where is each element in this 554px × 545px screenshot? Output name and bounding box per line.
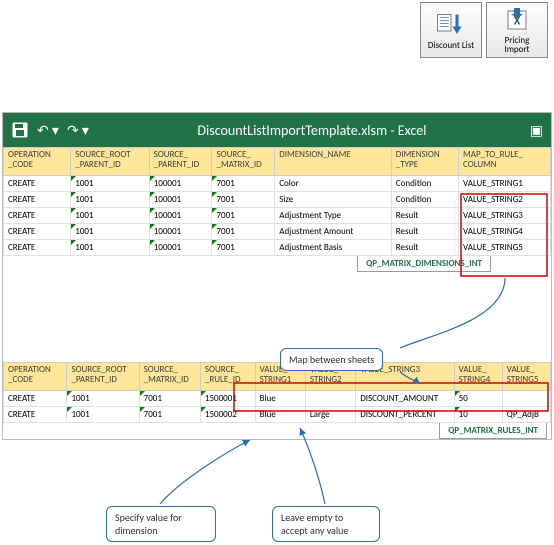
col2-source-root-parent-id[interactable]: SOURCE_ROOT _PARENT_ID xyxy=(67,363,139,391)
col2-value-string4[interactable]: VALUE_ STRING4 xyxy=(454,363,502,391)
cell[interactable]: 7001 xyxy=(212,176,275,192)
cell[interactable]: CREATE xyxy=(4,192,71,208)
cell[interactable]: 1001 xyxy=(71,240,149,256)
cell[interactable]: 1001 xyxy=(71,176,149,192)
col2-source-matrix-id[interactable]: SOURCE_ _MATRIX_ID xyxy=(139,363,200,391)
table-row[interactable]: CREATE100170011500001Blue DISCOUNT_AMOUNT… xyxy=(4,391,551,407)
cell[interactable]: VALUE_STRING5 xyxy=(459,240,551,256)
cell[interactable]: Adjustment Type xyxy=(275,208,392,224)
cell[interactable]: Blue xyxy=(255,391,305,407)
col-source-root-parent-id[interactable]: SOURCE_ROOT _PARENT_ID xyxy=(71,148,149,176)
cell[interactable]: VALUE_STRING4 xyxy=(459,224,551,240)
excel-titlebar: ↶ ▾ ↷ ▾ DiscountListImportTemplate.xlsm … xyxy=(3,113,551,147)
cell[interactable]: 100001 xyxy=(149,208,212,224)
cell[interactable]: DISCOUNT_PERCENT xyxy=(356,407,454,423)
cell[interactable]: 1001 xyxy=(71,224,149,240)
cell[interactable]: 7001 xyxy=(212,224,275,240)
callout-leave-empty: Leave empty to accept any value xyxy=(272,506,380,542)
cell[interactable]: Adjustment Basis xyxy=(275,240,392,256)
sheet-tab-rules[interactable]: QP_MATRIX_RULES_INT xyxy=(439,423,547,439)
cell[interactable]: QP_AdjB xyxy=(502,407,550,423)
cell[interactable]: 1001 xyxy=(71,208,149,224)
cell[interactable]: CREATE xyxy=(4,391,67,407)
table-row[interactable]: CREATE10011000017001ColorConditionVALUE_… xyxy=(4,176,551,192)
cell[interactable]: 7001 xyxy=(139,407,200,423)
cell[interactable]: 100001 xyxy=(149,240,212,256)
discount-list-button[interactable]: Discount List xyxy=(420,2,482,58)
matrix-dimensions-table: OPERATION _CODE SOURCE_ROOT _PARENT_ID S… xyxy=(3,147,551,256)
cell[interactable]: Adjustment Amount xyxy=(275,224,392,240)
table-row[interactable]: CREATE10011000017001Adjustment BasisResu… xyxy=(4,240,551,256)
pricing-import-button[interactable]: X Pricing Import xyxy=(486,2,548,58)
cell[interactable]: Color xyxy=(275,176,392,192)
cell[interactable]: VALUE_STRING2 xyxy=(459,192,551,208)
col-source-matrix-id[interactable]: SOURCE_ _MATRIX_ID xyxy=(212,148,275,176)
table-row[interactable]: CREATE10011000017001Adjustment AmountRes… xyxy=(4,224,551,240)
sheet-tab-dimensions[interactable]: QP_MATRIX_DIMENSIONS_INT xyxy=(357,256,491,272)
col-source-parent-id[interactable]: SOURCE_ _PARENT_ID xyxy=(149,148,212,176)
cell[interactable]: 50 xyxy=(454,391,502,407)
excel-window: ↶ ▾ ↷ ▾ DiscountListImportTemplate.xlsm … xyxy=(2,112,552,440)
cell[interactable]: CREATE xyxy=(4,240,71,256)
cell[interactable] xyxy=(305,391,355,407)
cell[interactable]: Result xyxy=(391,240,458,256)
cell[interactable]: CREATE xyxy=(4,407,67,423)
cell[interactable]: VALUE_STRING1 xyxy=(459,176,551,192)
cell[interactable]: DISCOUNT_AMOUNT xyxy=(356,391,454,407)
undo-icon[interactable]: ↶ ▾ xyxy=(37,122,59,139)
cell[interactable] xyxy=(502,391,550,407)
cell[interactable]: Size xyxy=(275,192,392,208)
col-dimension-type[interactable]: DIMENSION _TYPE xyxy=(391,148,458,176)
cell[interactable]: CREATE xyxy=(4,224,71,240)
col-map-to-rule-column[interactable]: MAP_TO_RULE_ COLUMN xyxy=(459,148,551,176)
cell[interactable]: Large xyxy=(305,407,355,423)
cell[interactable]: 100001 xyxy=(149,176,212,192)
col2-operation-code[interactable]: OPERATION _CODE xyxy=(4,363,67,391)
matrix-rules-table: OPERATION _CODE SOURCE_ROOT _PARENT_ID S… xyxy=(3,362,551,423)
col-dimension-name[interactable]: DIMENSION_NAME xyxy=(275,148,392,176)
save-icon[interactable] xyxy=(11,121,29,139)
callout-map-between-sheets: Map between sheets xyxy=(280,348,383,371)
redo-icon[interactable]: ↷ ▾ xyxy=(67,122,89,139)
cell[interactable]: 7001 xyxy=(139,391,200,407)
cell[interactable]: CREATE xyxy=(4,176,71,192)
cell[interactable]: 1001 xyxy=(71,192,149,208)
cell[interactable]: 7001 xyxy=(212,192,275,208)
callout-specify-value: Specify value for dimension xyxy=(106,506,216,542)
cell[interactable]: Blue xyxy=(255,407,305,423)
table-row[interactable]: CREATE10011000017001SizeConditionVALUE_S… xyxy=(4,192,551,208)
cell[interactable]: VALUE_STRING3 xyxy=(459,208,551,224)
table-row[interactable]: CREATE10011000017001Adjustment TypeResul… xyxy=(4,208,551,224)
cell[interactable]: 1500002 xyxy=(200,407,255,423)
pricing-import-label: Pricing Import xyxy=(504,36,529,54)
cell[interactable]: 100001 xyxy=(149,192,212,208)
discount-list-label: Discount List xyxy=(428,41,474,50)
cell[interactable]: CREATE xyxy=(4,208,71,224)
cell[interactable]: 7001 xyxy=(212,240,275,256)
cell[interactable]: 10 xyxy=(454,407,502,423)
ribbon-collapse-icon[interactable]: ▣ xyxy=(523,122,543,139)
cell[interactable]: 1500001 xyxy=(200,391,255,407)
discount-list-icon xyxy=(436,11,466,39)
cell[interactable]: 1001 xyxy=(67,391,139,407)
col2-source-rule-id[interactable]: SOURCE_ _RULE_ID xyxy=(200,363,255,391)
table-row[interactable]: CREATE100170011500002BlueLargeDISCOUNT_P… xyxy=(4,407,551,423)
pricing-import-icon: X xyxy=(502,6,532,34)
cell[interactable]: Condition xyxy=(391,192,458,208)
col2-value-string5[interactable]: VALUE_ STRING5 xyxy=(502,363,550,391)
cell[interactable]: 7001 xyxy=(212,208,275,224)
cell[interactable]: Result xyxy=(391,208,458,224)
excel-title: DiscountListImportTemplate.xlsm - Excel xyxy=(101,122,523,139)
cell[interactable]: Result xyxy=(391,224,458,240)
cell[interactable]: 100001 xyxy=(149,224,212,240)
col-operation-code[interactable]: OPERATION _CODE xyxy=(4,148,71,176)
cell[interactable]: 1001 xyxy=(67,407,139,423)
cell[interactable]: Condition xyxy=(391,176,458,192)
